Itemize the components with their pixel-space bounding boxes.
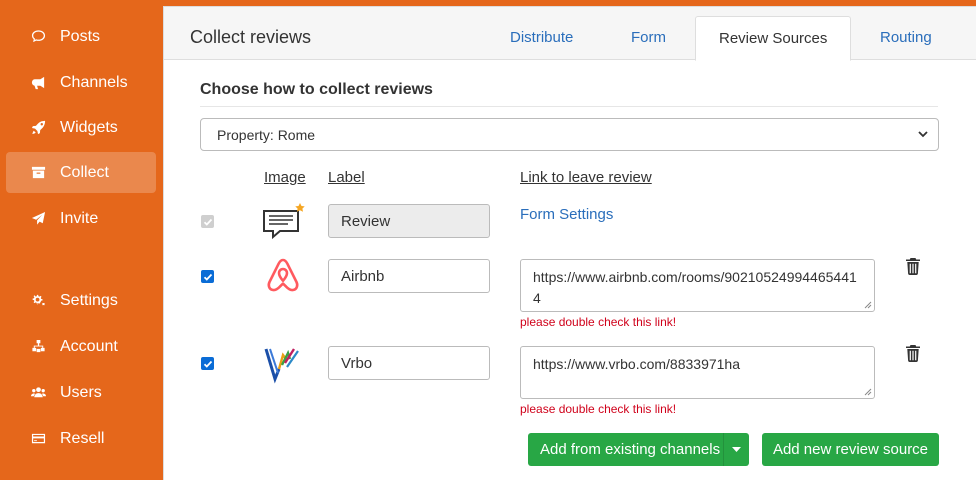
paper-plane-icon — [28, 209, 48, 229]
sidebar-item-label: Collect — [60, 163, 109, 181]
link-value: https://www.vrbo.com/8833971ha — [533, 356, 741, 372]
sidebar-item-account[interactable]: Account — [6, 326, 156, 367]
column-header-label: Label — [328, 169, 365, 186]
row-checkbox-vrbo[interactable] — [201, 357, 214, 370]
column-header-image: Image — [264, 169, 306, 186]
sidebar-item-label: Channels — [60, 73, 128, 91]
sidebar-item-label: Widgets — [60, 118, 118, 136]
megaphone-icon — [28, 73, 48, 93]
divider — [200, 106, 938, 107]
chevron-down-icon — [918, 131, 928, 138]
sidebar: Posts Channels Widgets Collect Invite Se… — [0, 0, 160, 480]
credit-card-icon — [28, 429, 48, 449]
form-settings-link[interactable]: Form Settings — [520, 206, 613, 223]
sidebar-item-label: Posts — [60, 27, 101, 45]
dropdown-toggle[interactable] — [723, 433, 749, 466]
archive-box-icon — [28, 163, 48, 183]
tab-distribute[interactable]: Distribute — [510, 29, 573, 46]
sidebar-item-label: Resell — [60, 429, 105, 447]
label-input-vrbo[interactable]: Vrbo — [328, 346, 490, 380]
rocket-icon — [28, 118, 48, 138]
sidebar-item-label: Invite — [60, 209, 99, 227]
label-value: Vrbo — [341, 355, 373, 372]
sitemap-icon — [28, 337, 48, 357]
page-title: Collect reviews — [190, 27, 312, 47]
trash-icon[interactable] — [905, 344, 921, 362]
add-existing-label: Add from existing channels — [540, 441, 721, 458]
caret-down-icon — [732, 446, 741, 452]
link-value: https://www.airbnb.com/rooms/90210524994… — [533, 269, 857, 306]
collect-panel: Collect reviews Distribute Form Review S… — [163, 6, 976, 480]
add-new-review-source-button[interactable]: Add new review source — [762, 433, 939, 466]
tab-review-sources[interactable]: Review Sources — [695, 16, 852, 61]
airbnb-logo — [260, 254, 306, 300]
link-warning: please double check this link! — [520, 402, 677, 416]
sidebar-item-widgets[interactable]: Widgets — [6, 107, 156, 148]
comment-icon — [28, 27, 48, 47]
property-select-value: Property: Rome — [217, 127, 316, 143]
tab-routing[interactable]: Routing — [880, 29, 932, 46]
sidebar-item-settings[interactable]: Settings — [6, 280, 156, 321]
sidebar-item-posts[interactable]: Posts — [6, 16, 156, 57]
property-select[interactable]: Property: Rome — [200, 118, 939, 151]
label-input-review: Review — [328, 204, 490, 238]
add-new-label: Add new review source — [772, 441, 929, 458]
resize-grip-icon[interactable] — [864, 388, 872, 396]
sidebar-item-label: Settings — [60, 291, 118, 309]
link-warning: please double check this link! — [520, 315, 677, 329]
resize-grip-icon[interactable] — [864, 301, 872, 309]
label-input-airbnb[interactable]: Airbnb — [328, 259, 490, 293]
sidebar-item-label: Account — [60, 337, 118, 355]
cogs-icon — [28, 291, 48, 311]
review-star-icon — [260, 201, 306, 247]
label-value: Airbnb — [341, 268, 385, 285]
vrbo-logo — [260, 341, 306, 387]
tab-form[interactable]: Form — [631, 29, 666, 46]
sidebar-item-channels[interactable]: Channels — [6, 62, 156, 103]
label-value: Review — [341, 213, 391, 230]
review-link-input-vrbo[interactable]: https://www.vrbo.com/8833971ha — [520, 346, 875, 399]
review-link-input-airbnb[interactable]: https://www.airbnb.com/rooms/90210524994… — [520, 259, 875, 312]
add-from-existing-channels-button[interactable]: Add from existing channels — [528, 433, 749, 466]
row-checkbox-airbnb[interactable] — [201, 270, 214, 283]
sidebar-item-collect[interactable]: Collect — [6, 152, 156, 193]
sidebar-item-invite[interactable]: Invite — [6, 198, 156, 239]
trash-icon[interactable] — [905, 257, 921, 275]
panel-header: Collect reviews Distribute Form Review S… — [164, 7, 976, 61]
sidebar-item-label: Users — [60, 383, 102, 401]
column-header-link: Link to leave review — [520, 169, 652, 186]
users-icon — [28, 383, 48, 403]
sidebar-item-users[interactable]: Users — [6, 372, 156, 413]
sidebar-item-resell[interactable]: Resell — [6, 418, 156, 459]
section-title: Choose how to collect reviews — [200, 81, 433, 98]
row-checkbox-review — [201, 215, 214, 228]
